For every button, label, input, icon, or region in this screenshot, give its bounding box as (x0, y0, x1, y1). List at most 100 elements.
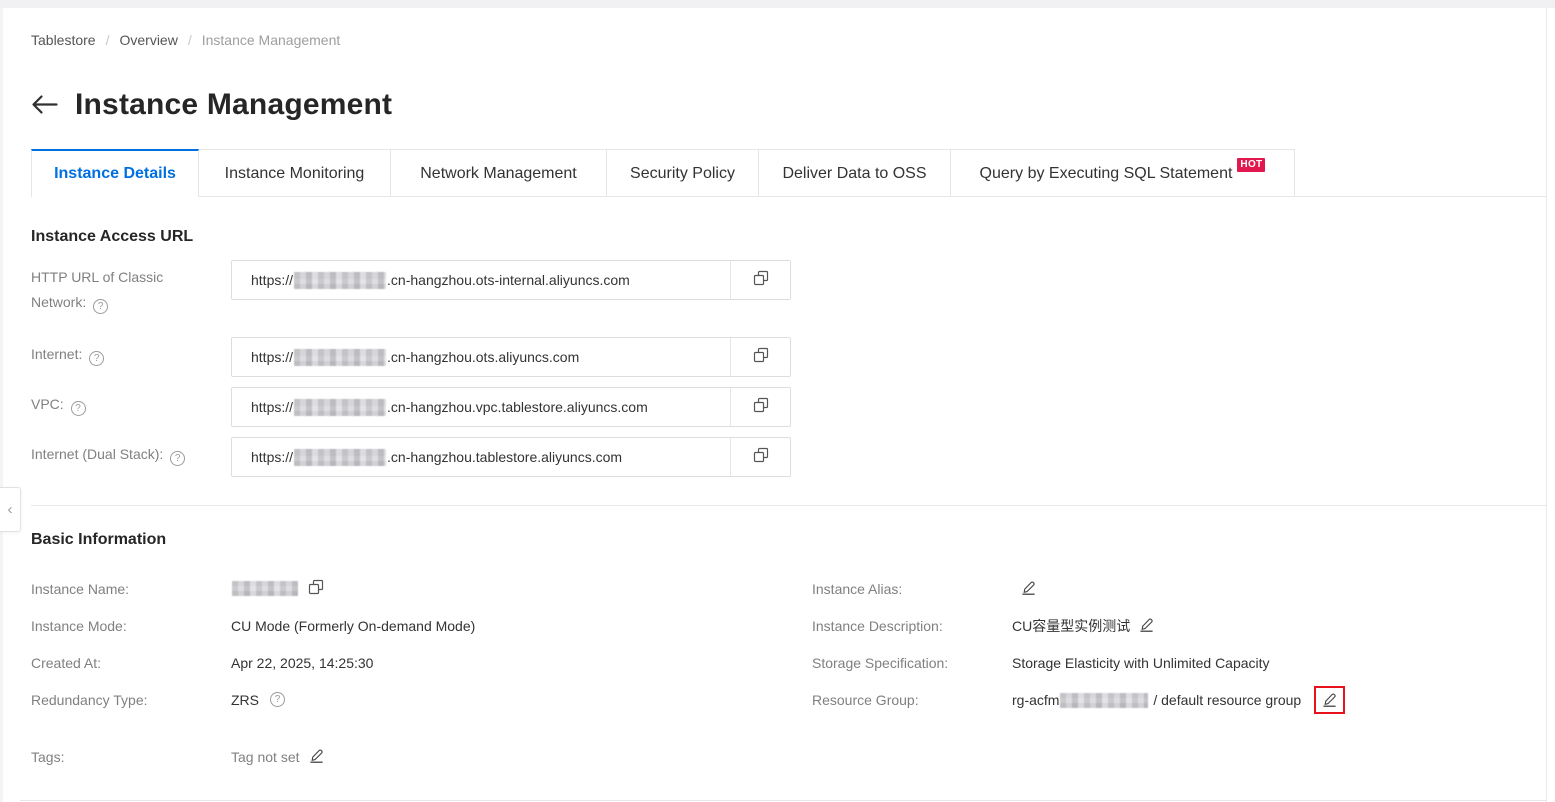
copy-button[interactable] (730, 338, 790, 376)
redacted-instance-name (294, 271, 387, 289)
url-value: https:// .cn-hangzhou.vpc.tablestore.aliy… (232, 388, 730, 426)
tab-label: Deliver Data to OSS (782, 164, 927, 182)
value-redundancy-type: ZRS ? (231, 692, 812, 708)
redacted-instance-name (294, 448, 387, 466)
section-title-access-url: Instance Access URL (31, 228, 194, 245)
breadcrumb-separator: / (105, 32, 110, 48)
url-value: https:// .cn-hangzhou.ots-internal.aliyun… (232, 261, 730, 299)
arrow-left-icon (31, 94, 58, 120)
storage-specification-text: Storage Elasticity with Unlimited Capaci… (1012, 654, 1270, 671)
copy-icon (753, 447, 769, 468)
info-row-5: Tags: Tag not set (31, 738, 1546, 775)
copy-icon (308, 579, 324, 598)
value-instance-description: CU容量型实例测试 (1012, 616, 1546, 636)
redacted-resource-group-id (1060, 692, 1149, 708)
question-mark-circle-icon[interactable]: ? (170, 451, 186, 466)
edit-tags-button[interactable] (309, 747, 324, 766)
info-row-1: Instance Name: Instance Alias: (31, 570, 1546, 607)
breadcrumb: Tablestore / Overview / Instance Managem… (31, 32, 340, 48)
tab-query-by-sql[interactable]: Query by Executing SQL Statement HOT (951, 149, 1295, 197)
tags-text: Tag not set (231, 748, 300, 765)
url-suffix: .cn-hangzhou.tablestore.aliyuncs.com (387, 449, 623, 465)
hot-badge: HOT (1237, 157, 1266, 172)
copy-button[interactable] (308, 579, 324, 598)
label-redundancy-type: Redundancy Type: (31, 691, 148, 708)
page-top-edge (0, 0, 1555, 8)
edit-description-button[interactable] (1139, 616, 1154, 635)
tab-instance-monitoring[interactable]: Instance Monitoring (199, 149, 391, 197)
url-field-dual-stack: https:// .cn-hangzhou.tablestore.aliyuncs… (231, 437, 791, 477)
page-bottom-divider (20, 800, 1546, 801)
label-instance-description: Instance Description: (812, 617, 943, 634)
instance-description-text: CU容量型实例测试 (1012, 617, 1131, 634)
page-header: Instance Management (31, 88, 392, 122)
back-button[interactable] (31, 91, 58, 120)
info-row-2: Instance Mode: CU Mode (Formerly On-dema… (31, 607, 1546, 644)
tab-deliver-data-to-oss[interactable]: Deliver Data to OSS (759, 149, 951, 197)
copy-icon (753, 397, 769, 418)
tab-instance-details[interactable]: Instance Details (31, 149, 199, 198)
url-suffix: .cn-hangzhou.ots.aliyuncs.com (387, 349, 580, 365)
value-instance-mode: CU Mode (Formerly On-demand Mode) (231, 618, 812, 634)
tab-label: Instance Details (54, 165, 176, 182)
tab-label: Query by Executing SQL Statement (979, 164, 1233, 182)
url-field-internet: https:// .cn-hangzhou.ots.aliyuncs.com (231, 337, 791, 377)
instance-management-page: Tablestore / Overview / Instance Managem… (0, 0, 1555, 802)
url-suffix: .cn-hangzhou.ots-internal.aliyuncs.com (387, 272, 630, 288)
value-storage-specification: Storage Elasticity with Unlimited Capaci… (1012, 655, 1546, 671)
value-created-at: Apr 22, 2025, 14:25:30 (231, 655, 812, 671)
edit-pencil-icon (1021, 579, 1036, 598)
redacted-instance-name (294, 398, 387, 416)
tab-label: Security Policy (630, 164, 735, 182)
redacted-instance-name (232, 581, 298, 596)
question-mark-circle-icon[interactable]: ? (70, 401, 86, 416)
question-mark-circle-icon[interactable]: ? (89, 351, 105, 366)
copy-button[interactable] (730, 388, 790, 426)
instance-access-url-section: Instance Access URL HTTP URL of Classic … (31, 228, 791, 477)
value-instance-alias (1012, 579, 1546, 598)
copy-button[interactable] (730, 438, 790, 476)
question-mark-circle-icon[interactable]: ? (93, 299, 109, 314)
url-prefix: https:// (251, 349, 294, 365)
instance-mode-text: CU Mode (Formerly On-demand Mode) (231, 617, 476, 634)
resource-group-text: rg-acfm / default resource group (1012, 692, 1301, 708)
tab-label: Network Management (420, 164, 577, 182)
field-label-text: VPC: (31, 396, 64, 412)
url-row-dual-stack: Internet (Dual Stack): ? https:// .cn-han… (31, 437, 791, 477)
tab-security-policy[interactable]: Security Policy (607, 149, 759, 197)
edit-resource-group-button[interactable] (1322, 691, 1337, 710)
copy-icon (753, 270, 769, 291)
info-row-4: Redundancy Type: ZRS ? Resource Group: r… (31, 681, 1546, 718)
label-resource-group: Resource Group: (812, 691, 919, 708)
resource-group-suffix: / default resource group (1149, 691, 1302, 708)
url-suffix: .cn-hangzhou.vpc.tablestore.aliyuncs.com (387, 399, 648, 415)
question-mark-circle-icon[interactable]: ? (270, 692, 285, 707)
section-title-basic-info: Basic Information (31, 531, 167, 548)
field-label-text: Internet: (31, 346, 83, 362)
edit-alias-button[interactable] (1021, 579, 1036, 598)
field-label: Internet: ? (31, 337, 231, 377)
created-at-text: Apr 22, 2025, 14:25:30 (231, 654, 374, 671)
page-title: Instance Management (75, 88, 393, 121)
label-instance-mode: Instance Mode: (31, 617, 127, 634)
url-value: https:// .cn-hangzhou.ots.aliyuncs.com (232, 338, 730, 376)
url-prefix: https:// (251, 449, 294, 465)
breadcrumb-tablestore[interactable]: Tablestore (31, 32, 96, 48)
tab-network-management[interactable]: Network Management (391, 149, 607, 197)
info-row-3: Created At: Apr 22, 2025, 14:25:30 Stora… (31, 644, 1546, 681)
url-field-vpc: https:// .cn-hangzhou.vpc.tablestore.aliy… (231, 387, 791, 427)
breadcrumb-separator: / (187, 32, 192, 48)
copy-button[interactable] (730, 261, 790, 299)
url-field-classic: https:// .cn-hangzhou.ots-internal.aliyun… (231, 260, 791, 300)
label-storage-specification: Storage Specification: (812, 654, 949, 671)
chevron-left-icon: ‹ (7, 501, 13, 518)
field-label: HTTP URL of Classic Network: ? (31, 260, 231, 315)
url-row-vpc: VPC: ? https:// .cn-hangzhou.vpc.tablesto… (31, 387, 791, 427)
page-right-edge (1546, 8, 1547, 802)
copy-icon (753, 347, 769, 368)
breadcrumb-overview[interactable]: Overview (119, 32, 177, 48)
label-instance-name: Instance Name: (31, 580, 130, 597)
panel-collapse-handle[interactable]: ‹ (0, 487, 21, 532)
url-value: https:// .cn-hangzhou.tablestore.aliyuncs… (232, 438, 730, 476)
url-row-classic-network: HTTP URL of Classic Network: ? https://.… (31, 260, 791, 315)
